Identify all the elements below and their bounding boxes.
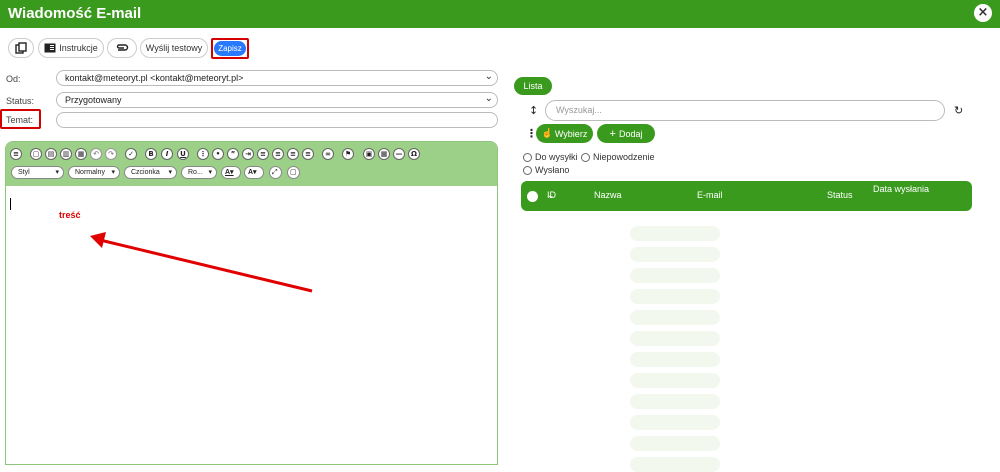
refresh-icon[interactable]: ↻ [954, 104, 963, 117]
column-nazwa[interactable]: Nazwa [594, 190, 622, 200]
radio-icon [523, 152, 532, 162]
ghost-row [630, 331, 720, 346]
ghost-row [630, 247, 720, 262]
filter-niepowodzenie[interactable]: Niepowodzenie [581, 152, 655, 162]
dodaj-label: Dodaj [618, 128, 643, 139]
ghost-row [630, 394, 720, 409]
sort-icon[interactable]: ↕ [529, 104, 538, 117]
filter-wyslano[interactable]: Wysłano [523, 165, 569, 175]
filter-do-wysylki[interactable]: Do wysyłki [523, 152, 578, 162]
ghost-row [630, 226, 720, 241]
ghost-row [630, 373, 720, 388]
search-input[interactable]: Wyszukaj... [545, 100, 945, 121]
lista-tab[interactable]: Lista [514, 77, 552, 95]
dodaj-button[interactable]: + Dodaj [597, 124, 655, 143]
filter-label: Niepowodzenie [593, 152, 655, 162]
ghost-row [630, 352, 720, 367]
column-email[interactable]: E-mail [697, 190, 723, 200]
wybierz-button[interactable]: ☝ Wybierz [536, 124, 593, 143]
table-header: ID ⌄ Nazwa E-mail Status Data wysłania [521, 181, 972, 211]
ghost-row [630, 289, 720, 304]
select-all-checkbox[interactable] [527, 191, 538, 202]
filter-label: Wysłano [535, 165, 570, 175]
annotation-arrow [90, 232, 313, 293]
radio-icon [581, 152, 590, 162]
ghost-row [630, 310, 720, 325]
plus-icon: + [609, 127, 616, 140]
radio-icon [523, 165, 532, 175]
chevron-down-icon: ⌄ [547, 190, 555, 200]
ghost-row [630, 268, 720, 283]
ghost-row [630, 415, 720, 430]
pointer-icon: ☝ [541, 128, 553, 138]
column-data-wyslania[interactable]: Data wysłania [871, 183, 931, 195]
ghost-row [630, 436, 720, 451]
wybierz-label: Wybierz [554, 128, 588, 139]
filter-label: Do wysyłki [535, 152, 578, 162]
column-status[interactable]: Status [827, 190, 853, 200]
